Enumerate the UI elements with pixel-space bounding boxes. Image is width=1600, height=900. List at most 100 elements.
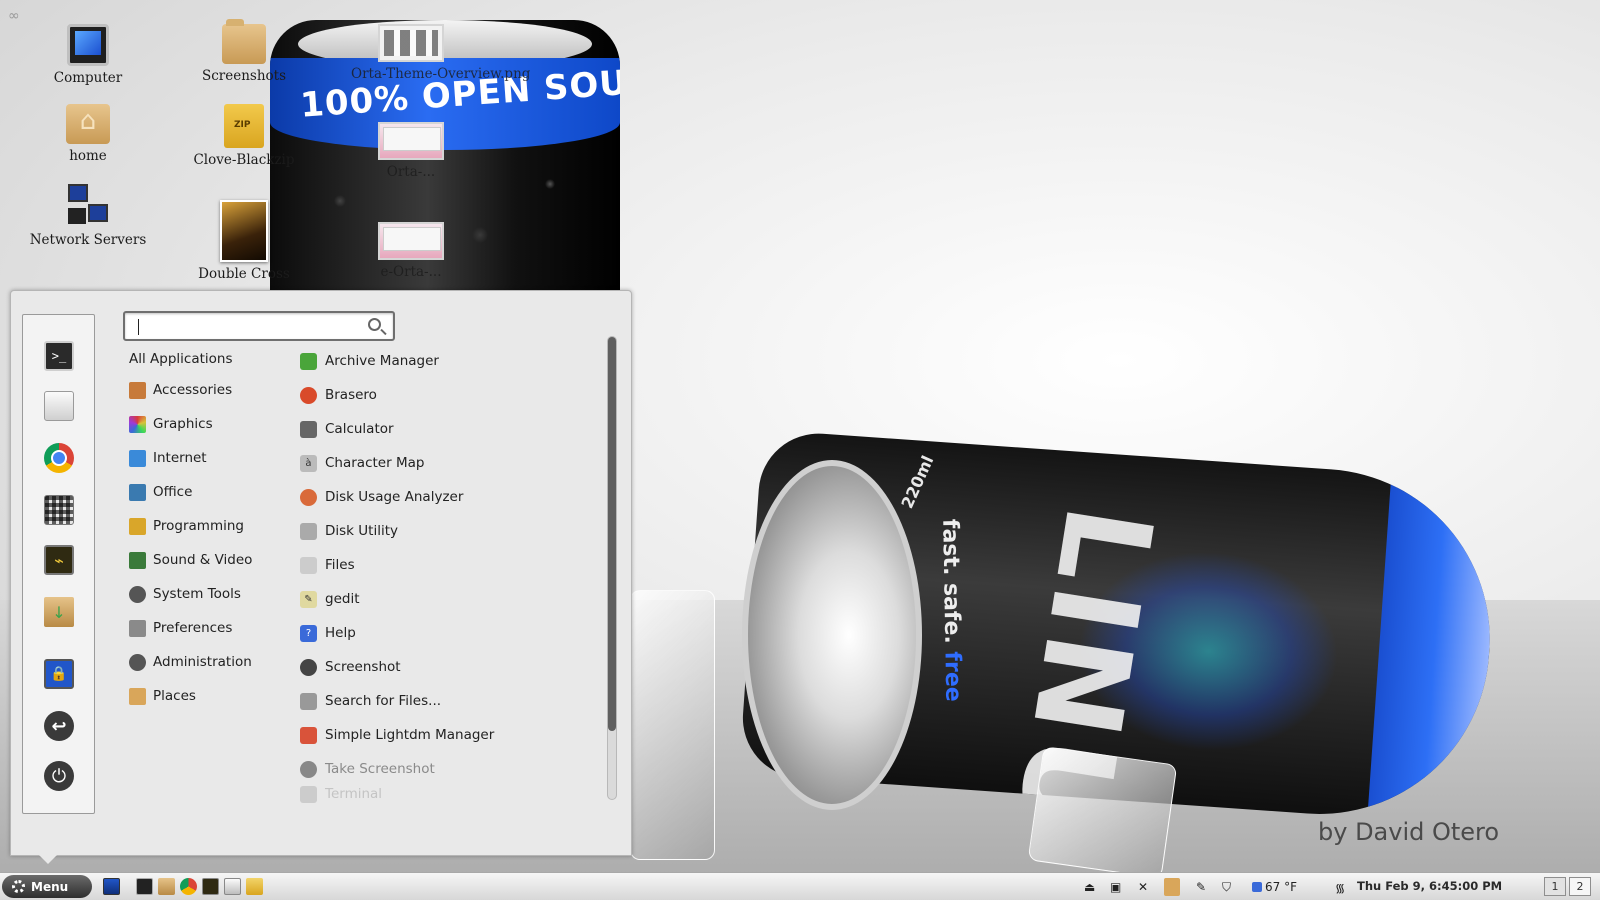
category-places[interactable]: Places: [129, 684, 196, 708]
desktop-icon-orta-theme-overview[interactable]: Orta-Theme-Overview.png: [351, 24, 531, 82]
desktop-icon-label: Screenshots: [201, 68, 287, 84]
chrome-icon[interactable]: [180, 878, 197, 895]
workspace-1-button[interactable]: 1: [1544, 877, 1566, 896]
home-folder-icon: [66, 104, 110, 144]
text-editor-icon[interactable]: [246, 878, 263, 895]
workspace-2-button[interactable]: 2: [1569, 877, 1591, 896]
app-gedit[interactable]: ✎ gedit: [300, 587, 360, 611]
app-take-screenshot[interactable]: Take Screenshot: [300, 757, 435, 781]
desktop-icon-screenshots[interactable]: Screenshots: [184, 19, 304, 84]
desktop-icon-label: Orta-...: [386, 164, 436, 180]
folder-icon: [222, 19, 266, 64]
search-input[interactable]: [135, 317, 355, 337]
package-icon[interactable]: [158, 878, 175, 895]
desktop-icon-label: Double Cross: [198, 266, 290, 282]
gear-icon: [12, 880, 25, 893]
desktop-icon-label: Clove-Blackzip: [193, 152, 295, 168]
zip-archive-icon: ZIP: [224, 104, 264, 148]
category-office[interactable]: Office: [129, 480, 192, 504]
category-system-tools[interactable]: System Tools: [129, 582, 241, 606]
favorite-files-icon[interactable]: [44, 391, 74, 421]
power-icon[interactable]: ⏻: [44, 761, 74, 791]
category-label: All Applications: [129, 351, 233, 367]
desktop-icon-label: e-Orta-...: [380, 264, 442, 280]
desktop-icon-orta-screenshot[interactable]: Orta-...: [351, 122, 471, 180]
graphics-icon: [129, 415, 146, 433]
desktop-icon-label: Network Servers: [29, 232, 147, 248]
app-terminal[interactable]: Terminal: [300, 785, 382, 803]
wifi-icon[interactable]: ᯾: [1335, 878, 1345, 896]
file-manager-icon[interactable]: [224, 878, 241, 895]
search-icon[interactable]: [368, 318, 381, 331]
desktop-icon-double-cross[interactable]: Double Cross: [184, 200, 304, 282]
category-label: Programming: [153, 518, 244, 534]
category-accessories[interactable]: Accessories: [129, 378, 232, 402]
app-help[interactable]: ? Help: [300, 621, 356, 645]
workspace-switcher-icon[interactable]: [103, 878, 120, 895]
weather-applet[interactable]: 67 °F: [1252, 878, 1297, 896]
app-brasero[interactable]: Brasero: [300, 383, 377, 407]
lock-screen-icon[interactable]: 🔒: [44, 659, 74, 689]
favorite-package-icon[interactable]: ↓: [44, 597, 74, 627]
shield-icon[interactable]: ⛉: [1222, 878, 1231, 896]
app-files[interactable]: Files: [300, 553, 355, 577]
archive-manager-icon: [300, 352, 317, 370]
app-label: Simple Lightdm Manager: [325, 727, 495, 743]
app-simple-lightdm-manager[interactable]: Simple Lightdm Manager: [300, 723, 494, 747]
favorite-calculator-icon[interactable]: [44, 495, 74, 525]
file-cabinet-icon: [300, 556, 317, 574]
category-programming[interactable]: Programming: [129, 514, 244, 538]
terminal-icon[interactable]: [136, 878, 153, 895]
tools-icon[interactable]: ✕: [1138, 878, 1148, 896]
system-monitor-icon[interactable]: [202, 878, 219, 895]
app-label: Disk Utility: [325, 523, 398, 539]
menu-search-field[interactable]: [123, 311, 395, 341]
removable-drive-icon[interactable]: ▣: [1110, 878, 1121, 896]
eject-icon[interactable]: ⏏: [1084, 878, 1095, 896]
logout-icon[interactable]: ↩: [44, 711, 74, 741]
disk-utility-icon: [300, 522, 317, 540]
menu-pointer-arrow: [38, 854, 58, 864]
clock[interactable]: Thu Feb 9, 6:45:00 PM: [1357, 879, 1502, 893]
app-calculator[interactable]: Calculator: [300, 417, 394, 441]
administration-icon: [129, 653, 146, 671]
desktop-icon-home[interactable]: home: [28, 104, 148, 164]
favorite-chrome-icon[interactable]: [44, 443, 74, 473]
category-graphics[interactable]: Graphics: [129, 412, 213, 436]
app-search-for-files[interactable]: Search for Files...: [300, 689, 441, 713]
can-volume-text: 220ml: [897, 452, 938, 512]
desktop-icon-label: Orta-Theme-Overview.png: [351, 66, 531, 82]
screenshot-icon: [300, 658, 317, 676]
app-disk-utility[interactable]: Disk Utility: [300, 519, 398, 543]
can-slogan-text: fast. safe.: [937, 518, 965, 644]
weather-icon: [1252, 882, 1262, 892]
desktop-icon-network-servers[interactable]: Network Servers: [28, 184, 148, 248]
app-archive-manager[interactable]: Archive Manager: [300, 349, 439, 373]
category-sound-video[interactable]: Sound & Video: [129, 548, 252, 572]
image-thumbnail-icon: [378, 122, 444, 160]
app-screenshot[interactable]: Screenshot: [300, 655, 401, 679]
home-folder-icon[interactable]: [1164, 878, 1180, 896]
desktop-icon-e-orta-screenshot[interactable]: e-Orta-...: [351, 222, 471, 280]
weather-temperature: 67 °F: [1265, 880, 1297, 894]
category-administration[interactable]: Administration: [129, 650, 252, 674]
category-preferences[interactable]: Preferences: [129, 616, 232, 640]
sound-video-icon: [129, 551, 146, 569]
app-character-map[interactable]: à Character Map: [300, 451, 424, 475]
app-label: gedit: [325, 591, 360, 607]
desktop-icon-computer[interactable]: Computer: [28, 24, 148, 86]
hot-corner-icon[interactable]: ∞: [8, 8, 20, 24]
category-internet[interactable]: Internet: [129, 446, 207, 470]
favorite-terminal-icon[interactable]: >_: [44, 341, 74, 371]
pin-icon[interactable]: ✎: [1196, 878, 1206, 896]
app-list-scrollbar-thumb[interactable]: [608, 337, 616, 731]
favorite-system-monitor-icon[interactable]: ⌁: [44, 545, 74, 575]
accessories-icon: [129, 381, 146, 399]
menu-button[interactable]: Menu: [2, 875, 92, 898]
category-all-applications[interactable]: All Applications: [129, 347, 233, 371]
app-disk-usage-analyzer[interactable]: Disk Usage Analyzer: [300, 485, 463, 509]
desktop-icon-clove-blackzip[interactable]: ZIP Clove-Blackzip: [184, 104, 304, 168]
app-label: Character Map: [325, 455, 425, 471]
text-caret: [138, 319, 139, 335]
desktop-icon-label: Computer: [53, 70, 123, 86]
